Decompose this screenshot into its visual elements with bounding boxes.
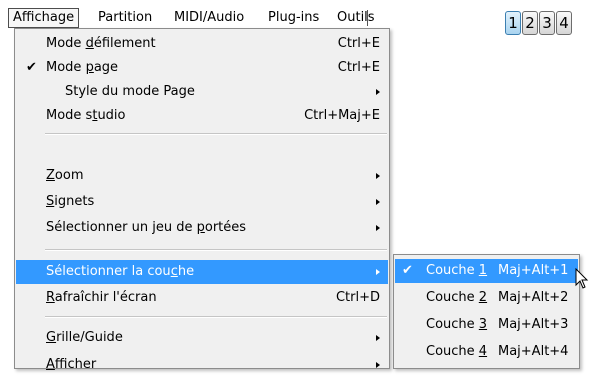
- shortcut-label: Maj+Alt+4: [498, 344, 569, 359]
- shortcut-label: Ctrl+E: [337, 60, 380, 75]
- menu-item-label: Couche 2: [426, 290, 488, 305]
- shortcut-label: Maj+Alt+1: [498, 263, 569, 278]
- menu-item-mode-defilement[interactable]: Mode défilement Ctrl+E: [16, 32, 388, 56]
- menu-item-grille-guide[interactable]: Grille/Guide: [16, 326, 388, 350]
- menu-item-label: Couche 4: [426, 344, 488, 359]
- shortcut-label: Ctrl+D: [335, 290, 380, 305]
- menu-item-label: Sélectionner un jeu de portées: [46, 220, 247, 235]
- menu-outils[interactable]: Outils: [337, 8, 375, 27]
- menu-item-zoom[interactable]: Zoom: [16, 164, 388, 188]
- submenu-arrow-icon: [376, 173, 380, 179]
- menu-affichage[interactable]: Affichage: [8, 8, 80, 28]
- menu-midi-audio[interactable]: MIDI/Audio: [174, 8, 244, 27]
- menu-item-mode-page[interactable]: ✔ Mode page Ctrl+E: [16, 56, 388, 80]
- menu-item-signets[interactable]: Signets: [16, 190, 388, 214]
- submenu-arrow-icon: [376, 199, 380, 205]
- shortcut-label: Ctrl+Maj+E: [304, 108, 380, 123]
- mouse-cursor-icon: [575, 268, 589, 289]
- menu-item-afficher[interactable]: Afficher: [16, 353, 388, 377]
- shortcut-label: Maj+Alt+3: [498, 317, 569, 332]
- menu-item-label: Zoom: [46, 168, 84, 183]
- layer-button-2[interactable]: 2: [522, 11, 538, 35]
- menu-item-label: Mode studio: [46, 108, 126, 123]
- menu-item-label: Mode défilement: [46, 36, 156, 51]
- layer-button-1[interactable]: 1: [505, 11, 521, 35]
- checkmark-icon: ✔: [26, 60, 37, 75]
- layer-button-4[interactable]: 4: [556, 11, 572, 35]
- menu-item-label: Rafraîchir l'écran: [46, 290, 157, 305]
- shortcut-label: Maj+Alt+2: [498, 290, 569, 305]
- submenu-item-couche-4[interactable]: Couche 4 Maj+Alt+4: [395, 340, 578, 364]
- submenu-arrow-icon: [376, 225, 380, 231]
- affichage-dropdown: Mode défilement Ctrl+E ✔ Mode page Ctrl+…: [14, 28, 390, 372]
- submenu-item-couche-2[interactable]: Couche 2 Maj+Alt+2: [395, 286, 578, 310]
- submenu-arrow-icon: [376, 89, 380, 95]
- menubar-divider: [367, 10, 368, 26]
- menu-item-label: Sélectionner la couche: [46, 264, 195, 279]
- menu-item-selectionner-jeu-portees[interactable]: Sélectionner un jeu de portées: [16, 216, 388, 240]
- menu-separator: [45, 133, 387, 135]
- shortcut-label: Ctrl+E: [337, 36, 380, 51]
- menu-plug-ins[interactable]: Plug-ins: [268, 8, 319, 27]
- menu-item-style-mode-page[interactable]: Style du mode Page: [16, 80, 388, 104]
- submenu-item-couche-1[interactable]: ✔ Couche 1 Maj+Alt+1: [395, 259, 578, 283]
- submenu-item-couche-3[interactable]: Couche 3 Maj+Alt+3: [395, 313, 578, 337]
- submenu-arrow-icon: [376, 335, 380, 341]
- menu-item-mode-studio[interactable]: Mode studio Ctrl+Maj+E: [16, 104, 388, 128]
- menu-item-label: Couche 1: [426, 263, 488, 278]
- checkmark-icon: ✔: [402, 263, 413, 278]
- couche-submenu: ✔ Couche 1 Maj+Alt+1 Couche 2 Maj+Alt+2 …: [393, 254, 580, 369]
- menu-item-selectionner-couche[interactable]: Sélectionner la couche: [16, 260, 388, 284]
- submenu-arrow-icon: [376, 269, 380, 275]
- menu-item-label: Signets: [46, 194, 95, 209]
- menu-item-label: Style du mode Page: [65, 84, 195, 99]
- menu-item-rafraichir[interactable]: Rafraîchir l'écran Ctrl+D: [16, 286, 388, 310]
- menu-item-label: Afficher: [46, 357, 97, 372]
- menu-item-label: Grille/Guide: [46, 330, 123, 345]
- menu-item-label: Couche 3: [426, 317, 488, 332]
- menu-item-label: Mode page: [46, 60, 119, 75]
- menu-separator: [45, 316, 387, 318]
- submenu-arrow-icon: [376, 362, 380, 368]
- layer-button-3[interactable]: 3: [539, 11, 555, 35]
- menu-partition[interactable]: Partition: [98, 8, 152, 27]
- menu-separator: [45, 249, 387, 251]
- menu-bar: Affichage Partition MIDI/Audio Plug-ins …: [0, 0, 375, 30]
